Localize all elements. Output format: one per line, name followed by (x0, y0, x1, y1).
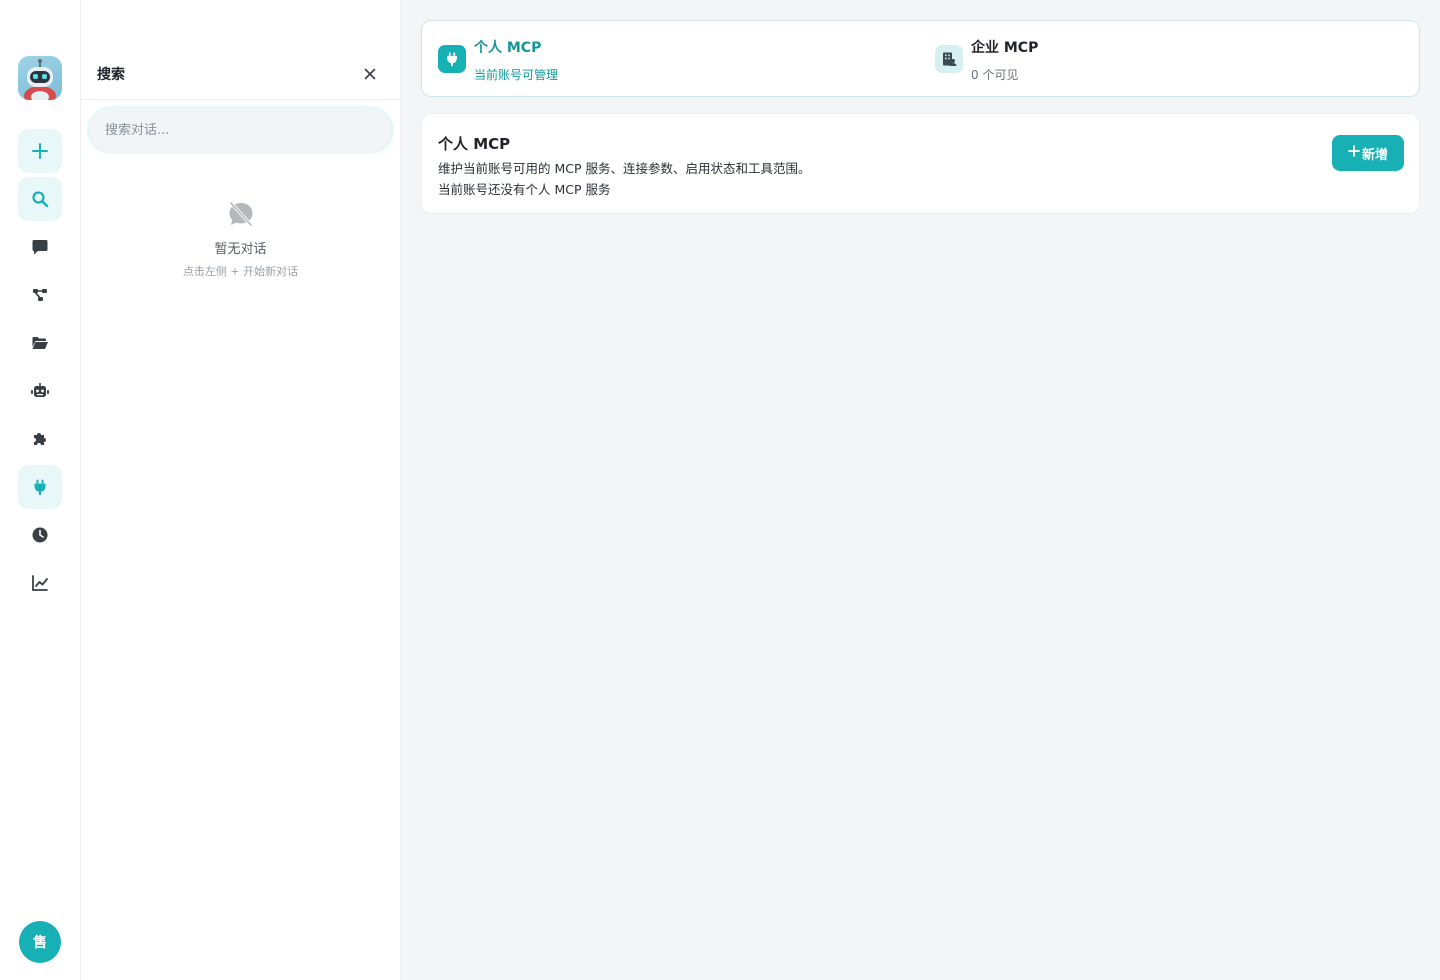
empty-subtitle: 点击左侧 + 开始新对话 (182, 265, 299, 278)
personal-mcp-section: 个人 MCP 维护当前账号可用的 MCP 服务、连接参数、启用状态和工具范围。 … (421, 113, 1420, 214)
robot-icon (30, 382, 50, 400)
left-rail: 售 (0, 0, 81, 980)
avatar[interactable]: 售 (19, 921, 61, 963)
close-icon[interactable] (360, 64, 380, 84)
plug-icon (31, 478, 49, 496)
tab-subtitle: 0 个可见 (971, 68, 1019, 82)
new-chat-button[interactable] (18, 129, 62, 173)
mcp-scope-tabs: 个人 MCP 当前账号可管理 企业 MCP 0 个可见 (421, 20, 1420, 97)
chats-button[interactable] (18, 225, 62, 269)
building-icon (935, 45, 963, 73)
line-chart-icon (31, 574, 49, 592)
analytics-button[interactable] (18, 561, 62, 605)
history-button[interactable] (18, 513, 62, 557)
add-mcp-button[interactable]: 新增 (1332, 135, 1404, 171)
search-icon (31, 190, 49, 208)
empty-state: 暂无对话 点击左侧 + 开始新对话 (81, 200, 400, 279)
folder-open-icon (31, 334, 49, 352)
workflow-icon (31, 286, 49, 304)
puzzle-icon (31, 430, 49, 448)
agents-button[interactable] (18, 369, 62, 413)
search-panel-title: 搜索 (97, 67, 125, 83)
tab-title: 个人 MCP (474, 40, 542, 56)
search-panel-header: 搜索 (81, 48, 400, 100)
plugins-button[interactable] (18, 417, 62, 461)
tab-enterprise-mcp[interactable]: 企业 MCP 0 个可见 (919, 21, 1399, 96)
search-input[interactable] (89, 108, 392, 152)
chat-off-icon (81, 200, 400, 228)
section-empty-text: 当前账号还没有个人 MCP 服务 (438, 182, 611, 197)
plus-icon (31, 142, 49, 160)
section-title: 个人 MCP (438, 135, 511, 153)
robot-mascot-icon[interactable] (18, 56, 62, 100)
search-panel: 搜索 暂无对话 点击左侧 + 开始新对话 (81, 0, 401, 980)
plus-icon (1348, 145, 1360, 161)
section-description: 维护当前账号可用的 MCP 服务、连接参数、启用状态和工具范围。 (438, 161, 811, 176)
tab-subtitle: 当前账号可管理 (474, 68, 559, 82)
tab-personal-mcp[interactable]: 个人 MCP 当前账号可管理 (422, 21, 902, 96)
empty-title: 暂无对话 (214, 242, 267, 257)
workflow-button[interactable] (18, 273, 62, 317)
search-button[interactable] (18, 177, 62, 221)
tab-title: 企业 MCP (971, 40, 1039, 56)
mcp-button[interactable] (18, 465, 62, 509)
add-button-label: 新增 (1361, 147, 1388, 163)
chat-bubble-icon (31, 238, 49, 256)
plug-icon (438, 45, 466, 73)
clock-icon (31, 526, 49, 544)
files-button[interactable] (18, 321, 62, 365)
